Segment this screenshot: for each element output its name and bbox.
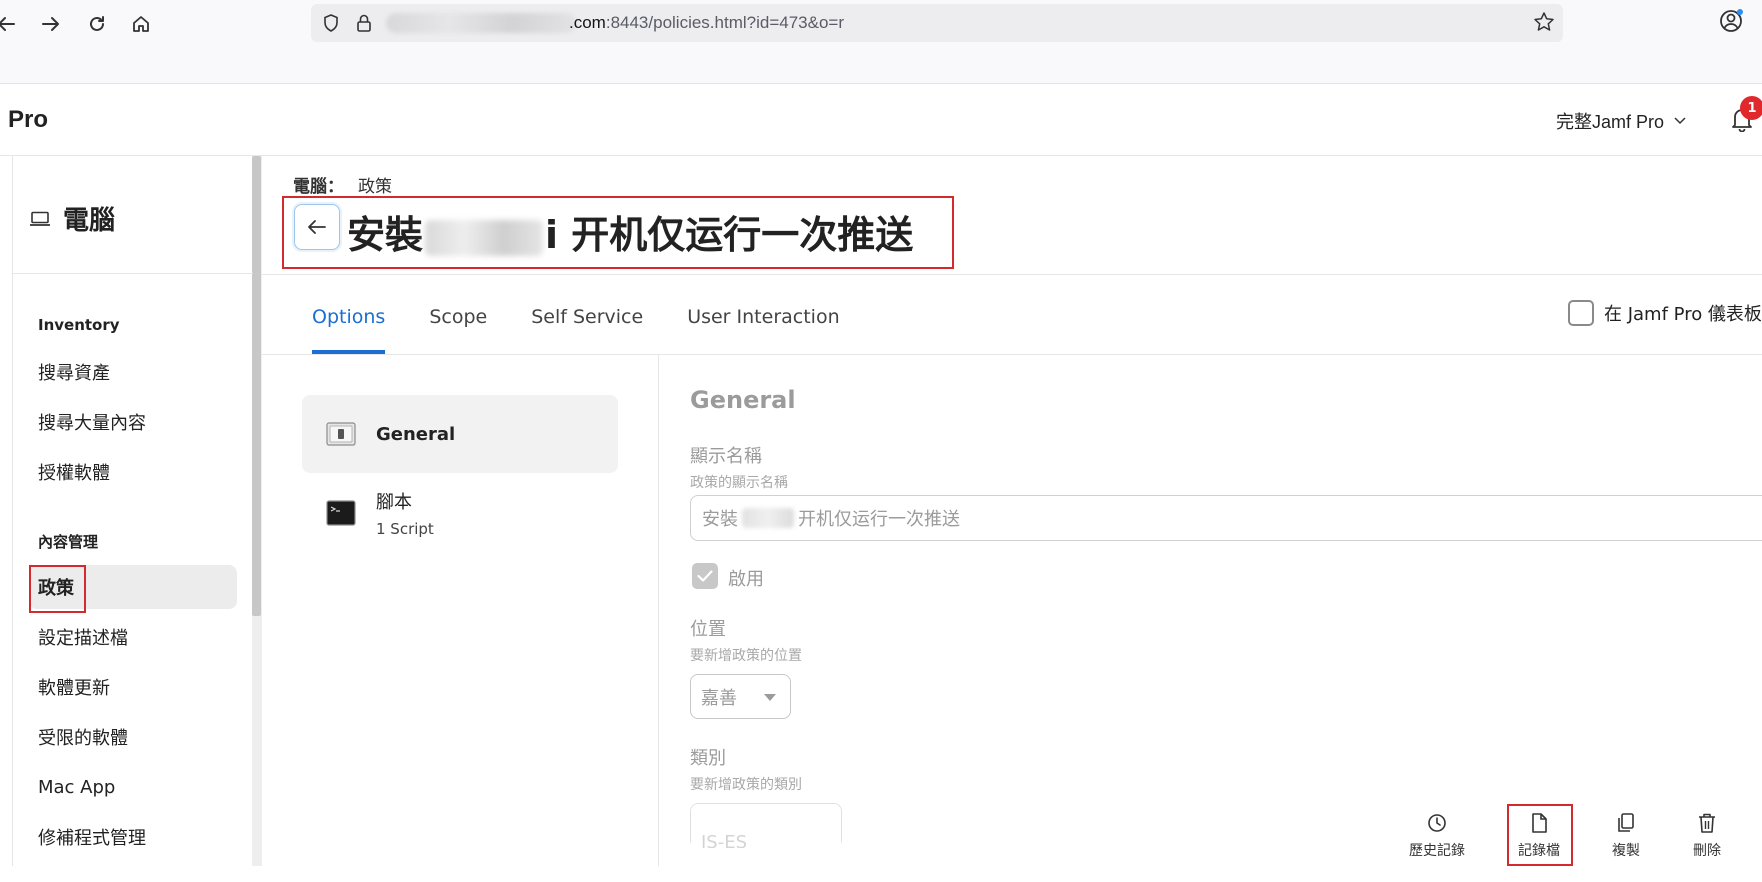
laptop-icon <box>30 211 50 226</box>
environment-label: 完整Jamf Pro <box>1556 112 1665 132</box>
history-label: 歷史記錄 <box>1409 843 1465 859</box>
page-title: 安裝 i 开机仅运行一次推送 <box>347 204 913 259</box>
divider <box>13 273 253 274</box>
back-arrow-icon[interactable] <box>0 10 20 38</box>
enabled-checkbox[interactable] <box>692 563 718 589</box>
reload-icon[interactable] <box>83 10 111 38</box>
trash-icon <box>1699 813 1715 833</box>
redacted-hostname <box>386 13 576 33</box>
site-label: 位置 <box>690 619 726 640</box>
account-icon[interactable] <box>1718 8 1744 38</box>
sidebar-item-config-profiles[interactable]: 設定描述檔 <box>29 615 237 659</box>
category-label: 類別 <box>690 748 726 769</box>
environment-switcher[interactable]: 完整Jamf Pro <box>1556 108 1686 134</box>
display-name-field[interactable]: 安裝 开机仅运行一次推送 <box>690 495 1762 541</box>
category-help: 要新增政策的類別 <box>690 777 802 793</box>
site-select[interactable]: 嘉善 <box>690 674 791 719</box>
delete-label: 刪除 <box>1693 843 1721 859</box>
sidebar-item-mac-apps[interactable]: Mac App <box>29 765 237 809</box>
breadcrumb-page: 政策 <box>358 177 392 197</box>
tab-user-interaction[interactable]: User Interaction <box>687 282 839 354</box>
payload-label: General <box>376 423 456 445</box>
display-name-label: 顯示名稱 <box>690 446 762 467</box>
tab-scope[interactable]: Scope <box>429 282 487 354</box>
sidebar-scrollbar[interactable] <box>252 156 261 616</box>
document-icon <box>1532 813 1547 833</box>
breadcrumb: 電腦： 政策 <box>293 172 392 197</box>
tab-bar: Options Scope Self Service User Interact… <box>262 282 840 354</box>
sidebar-item-mass-search[interactable]: 搜尋大量內容 <box>29 400 237 444</box>
site-select-value: 嘉善 <box>701 687 737 709</box>
enabled-label: 啟用 <box>728 569 764 590</box>
redacted-title-segment <box>425 219 544 256</box>
shield-icon[interactable] <box>321 13 341 37</box>
breadcrumb-section[interactable]: 電腦： <box>293 177 344 197</box>
caret-down-icon <box>764 694 776 701</box>
checkmark-icon <box>697 570 713 582</box>
divider <box>658 355 659 866</box>
payload-label: 腳本 <box>376 492 412 513</box>
delete-button[interactable]: 刪除 <box>1667 812 1747 862</box>
sidebar-item-search-inventory[interactable]: 搜尋資產 <box>29 350 237 394</box>
logs-button[interactable]: 記錄檔 <box>1499 812 1579 862</box>
bookmark-star-icon[interactable] <box>1533 11 1555 37</box>
logs-label: 記錄檔 <box>1518 843 1560 859</box>
dashboard-checkbox[interactable] <box>1568 300 1594 326</box>
clone-label: 複製 <box>1612 843 1640 859</box>
redacted-name-segment <box>742 508 794 528</box>
clock-icon <box>1428 814 1446 832</box>
notification-badge[interactable]: 1 <box>1740 96 1762 120</box>
sidebar: 電腦 Inventory 搜尋資產 搜尋大量內容 授權軟體 內容管理 政策 設定… <box>12 156 253 866</box>
display-name-value-suffix: 开机仅运行一次推送 <box>798 509 960 530</box>
category-select-value: JS-ES <box>701 832 748 853</box>
sidebar-title: 電腦 <box>29 200 115 237</box>
sidebar-item-restricted-software[interactable]: 受限的軟體 <box>29 715 237 759</box>
display-name-help: 政策的顯示名稱 <box>690 475 788 491</box>
sidebar-item-policies[interactable]: 政策 <box>29 565 237 609</box>
forward-arrow-icon[interactable] <box>37 10 65 38</box>
lock-icon[interactable] <box>355 13 373 37</box>
display-name-value-prefix: 安裝 <box>702 509 738 530</box>
app-header: Pro 完整Jamf Pro 1 <box>0 84 1762 156</box>
url-text: .com:8443/policies.html?id=473&o=r <box>569 13 845 32</box>
arrow-left-icon <box>308 220 326 234</box>
sidebar-item-software-updates[interactable]: 軟體更新 <box>29 665 237 709</box>
home-icon[interactable] <box>127 10 155 38</box>
sidebar-heading-inventory: Inventory <box>38 316 120 334</box>
form-title: General <box>690 386 796 414</box>
divider <box>262 354 1762 355</box>
sidebar-item-patch-management[interactable]: 修補程式管理 <box>29 815 237 859</box>
payload-general[interactable]: General <box>302 395 618 473</box>
clone-button[interactable]: 複製 <box>1586 812 1666 862</box>
sidebar-heading-content: 內容管理 <box>38 533 99 551</box>
copy-icon <box>1618 813 1634 832</box>
dashboard-toggle[interactable]: 在 Jamf Pro 儀表板 <box>1568 300 1762 326</box>
chevron-down-icon <box>1674 117 1686 125</box>
site-help: 要新增政策的位置 <box>690 648 802 664</box>
brand-logo-text[interactable]: Pro <box>8 106 48 134</box>
address-bar[interactable]: .com:8443/policies.html?id=473&o=r <box>311 4 1563 42</box>
tab-self-service[interactable]: Self Service <box>531 282 643 354</box>
sidebar-item-licensed-software[interactable]: 授權軟體 <box>29 450 237 494</box>
back-button[interactable] <box>294 204 340 250</box>
sidebar-title-label: 電腦 <box>63 206 116 236</box>
browser-toolbar: .com:8443/policies.html?id=473&o=r <box>0 0 1762 84</box>
tab-options[interactable]: Options <box>312 282 386 354</box>
payload-sub: 1 Script <box>376 520 434 538</box>
terminal-icon <box>326 500 356 526</box>
page-title-prefix: 安裝 <box>347 213 424 257</box>
category-select[interactable]: JS-ES <box>690 803 842 853</box>
switch-panel-icon <box>326 422 356 446</box>
payload-scripts[interactable]: 腳本 1 Script <box>302 474 618 552</box>
divider <box>262 274 1762 275</box>
dashboard-checkbox-label: 在 Jamf Pro 儀表板 <box>1604 304 1762 325</box>
history-button[interactable]: 歷史記錄 <box>1397 812 1477 862</box>
page-title-suffix: i 开机仅运行一次推送 <box>545 213 914 257</box>
